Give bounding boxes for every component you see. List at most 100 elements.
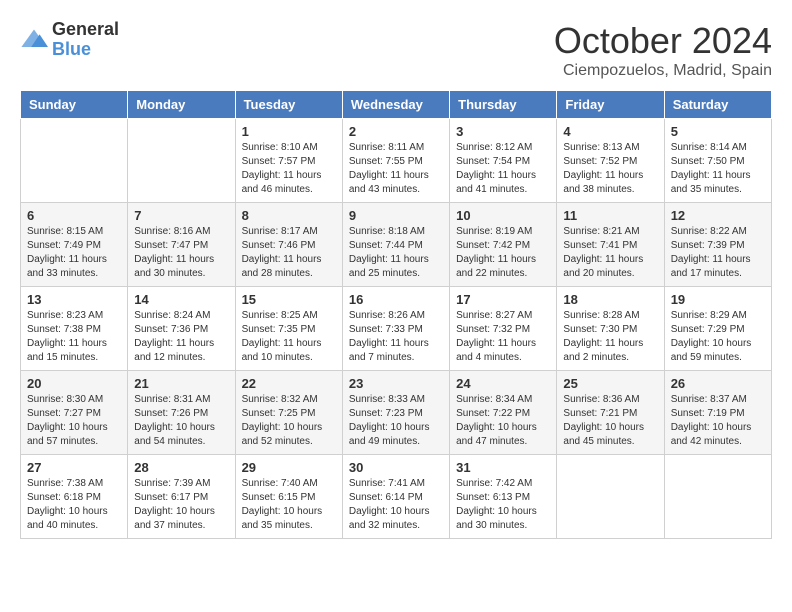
calendar-week-2: 6 Sunrise: 8:15 AM Sunset: 7:49 PM Daylig…: [21, 203, 772, 287]
calendar-cell: 22Sunrise: 8:32 AM Sunset: 7:25 PM Dayli…: [235, 371, 342, 455]
day-number: 27: [27, 460, 121, 475]
day-number: 29: [242, 460, 336, 475]
calendar-cell: 14Sunrise: 8:24 AM Sunset: 7:36 PM Dayli…: [128, 287, 235, 371]
day-info: Sunrise: 8:19 AM Sunset: 7:42 PM Dayligh…: [456, 225, 550, 281]
month-title: October 2024: [554, 20, 772, 62]
day-number: 16: [349, 292, 443, 307]
day-number: 18: [563, 292, 657, 307]
day-info: Sunrise: 8:10 AM Sunset: 7:57 PM Dayligh…: [242, 141, 336, 197]
calendar-cell: 10 Sunrise: 8:19 AM Sunset: 7:42 PM Dayli…: [450, 203, 557, 287]
calendar-cell: [128, 119, 235, 203]
day-info: Sunrise: 8:37 AM Sunset: 7:19 PM Dayligh…: [671, 393, 765, 449]
day-header-sunday: Sunday: [21, 91, 128, 119]
day-info: Sunrise: 8:29 AM Sunset: 7:29 PM Dayligh…: [671, 309, 765, 365]
calendar-cell: 23 Sunrise: 8:33 AM Sunset: 7:23 PM Dayli…: [342, 371, 449, 455]
day-info: Sunrise: 8:17 AM Sunset: 7:46 PM Dayligh…: [242, 225, 336, 281]
day-info: Sunrise: 8:13 AM Sunset: 7:52 PM Dayligh…: [563, 141, 657, 197]
day-info: Sunrise: 7:42 AM Sunset: 6:13 PM Dayligh…: [456, 477, 550, 533]
calendar-cell: 15 Sunrise: 8:25 AM Sunset: 7:35 PM Dayli…: [235, 287, 342, 371]
day-header-thursday: Thursday: [450, 91, 557, 119]
calendar-cell: 12 Sunrise: 8:22 AM Sunset: 7:39 PM Dayli…: [664, 203, 771, 287]
day-number: 4: [563, 124, 657, 139]
calendar-cell: 17 Sunrise: 8:27 AM Sunset: 7:32 PM Dayli…: [450, 287, 557, 371]
day-info: Sunrise: 7:39 AM Sunset: 6:17 PM Dayligh…: [134, 477, 228, 533]
day-header-saturday: Saturday: [664, 91, 771, 119]
calendar-cell: 6 Sunrise: 8:15 AM Sunset: 7:49 PM Daylig…: [21, 203, 128, 287]
day-info: Sunrise: 7:38 AM Sunset: 6:18 PM Dayligh…: [27, 477, 121, 533]
calendar-cell: 28 Sunrise: 7:39 AM Sunset: 6:17 PM Dayli…: [128, 455, 235, 539]
day-number: 1: [242, 124, 336, 139]
calendar-cell: 26 Sunrise: 8:37 AM Sunset: 7:19 PM Dayli…: [664, 371, 771, 455]
calendar-cell: 3 Sunrise: 8:12 AM Sunset: 7:54 PM Daylig…: [450, 119, 557, 203]
calendar-cell: [664, 455, 771, 539]
calendar-cell: 7 Sunrise: 8:16 AM Sunset: 7:47 PM Daylig…: [128, 203, 235, 287]
calendar-cell: 13 Sunrise: 8:23 AM Sunset: 7:38 PM Dayli…: [21, 287, 128, 371]
day-info: Sunrise: 8:34 AM Sunset: 7:22 PM Dayligh…: [456, 393, 550, 449]
calendar-cell: 16 Sunrise: 8:26 AM Sunset: 7:33 PM Dayli…: [342, 287, 449, 371]
day-number: 26: [671, 376, 765, 391]
day-info: Sunrise: 8:36 AM Sunset: 7:21 PM Dayligh…: [563, 393, 657, 449]
calendar-cell: 21Sunrise: 8:31 AM Sunset: 7:26 PM Dayli…: [128, 371, 235, 455]
day-number: 3: [456, 124, 550, 139]
day-header-wednesday: Wednesday: [342, 91, 449, 119]
calendar-cell: 1 Sunrise: 8:10 AM Sunset: 7:57 PM Daylig…: [235, 119, 342, 203]
day-number: 11: [563, 208, 657, 223]
day-info: Sunrise: 8:32 AM Sunset: 7:25 PM Dayligh…: [242, 393, 336, 449]
day-number: 9: [349, 208, 443, 223]
day-number: 13: [27, 292, 121, 307]
day-number: 10: [456, 208, 550, 223]
calendar-cell: 19 Sunrise: 8:29 AM Sunset: 7:29 PM Dayli…: [664, 287, 771, 371]
calendar-cell: 27 Sunrise: 7:38 AM Sunset: 6:18 PM Dayli…: [21, 455, 128, 539]
day-info: Sunrise: 7:41 AM Sunset: 6:14 PM Dayligh…: [349, 477, 443, 533]
day-number: 23: [349, 376, 443, 391]
calendar-week-4: 20 Sunrise: 8:30 AM Sunset: 7:27 PM Dayli…: [21, 371, 772, 455]
calendar-table: SundayMondayTuesdayWednesdayThursdayFrid…: [20, 90, 772, 539]
day-header-monday: Monday: [128, 91, 235, 119]
day-info: Sunrise: 8:25 AM Sunset: 7:35 PM Dayligh…: [242, 309, 336, 365]
day-number: 25: [563, 376, 657, 391]
day-info: Sunrise: 8:30 AM Sunset: 7:27 PM Dayligh…: [27, 393, 121, 449]
day-info: Sunrise: 8:21 AM Sunset: 7:41 PM Dayligh…: [563, 225, 657, 281]
title-block: October 2024 Ciempozuelos, Madrid, Spain: [554, 20, 772, 80]
page-header: General Blue October 2024 Ciempozuelos, …: [20, 20, 772, 80]
day-info: Sunrise: 8:27 AM Sunset: 7:32 PM Dayligh…: [456, 309, 550, 365]
day-info: Sunrise: 8:26 AM Sunset: 7:33 PM Dayligh…: [349, 309, 443, 365]
day-info: Sunrise: 8:22 AM Sunset: 7:39 PM Dayligh…: [671, 225, 765, 281]
calendar-cell: 4 Sunrise: 8:13 AM Sunset: 7:52 PM Daylig…: [557, 119, 664, 203]
day-header-tuesday: Tuesday: [235, 91, 342, 119]
day-info: Sunrise: 8:11 AM Sunset: 7:55 PM Dayligh…: [349, 141, 443, 197]
calendar-header-row: SundayMondayTuesdayWednesdayThursdayFrid…: [21, 91, 772, 119]
calendar-cell: 30Sunrise: 7:41 AM Sunset: 6:14 PM Dayli…: [342, 455, 449, 539]
day-number: 6: [27, 208, 121, 223]
day-info: Sunrise: 7:40 AM Sunset: 6:15 PM Dayligh…: [242, 477, 336, 533]
day-info: Sunrise: 8:23 AM Sunset: 7:38 PM Dayligh…: [27, 309, 121, 365]
day-number: 31: [456, 460, 550, 475]
day-info: Sunrise: 8:12 AM Sunset: 7:54 PM Dayligh…: [456, 141, 550, 197]
day-info: Sunrise: 8:16 AM Sunset: 7:47 PM Dayligh…: [134, 225, 228, 281]
day-number: 12: [671, 208, 765, 223]
day-number: 5: [671, 124, 765, 139]
day-info: Sunrise: 8:33 AM Sunset: 7:23 PM Dayligh…: [349, 393, 443, 449]
logo-icon: [20, 26, 48, 54]
day-number: 19: [671, 292, 765, 307]
day-number: 7: [134, 208, 228, 223]
day-info: Sunrise: 8:14 AM Sunset: 7:50 PM Dayligh…: [671, 141, 765, 197]
calendar-cell: 18Sunrise: 8:28 AM Sunset: 7:30 PM Dayli…: [557, 287, 664, 371]
calendar-cell: 11 Sunrise: 8:21 AM Sunset: 7:41 PM Dayli…: [557, 203, 664, 287]
logo-general: General: [52, 20, 119, 40]
day-number: 17: [456, 292, 550, 307]
day-number: 28: [134, 460, 228, 475]
day-number: 21: [134, 376, 228, 391]
calendar-week-1: 1 Sunrise: 8:10 AM Sunset: 7:57 PM Daylig…: [21, 119, 772, 203]
calendar-cell: [557, 455, 664, 539]
day-info: Sunrise: 8:15 AM Sunset: 7:49 PM Dayligh…: [27, 225, 121, 281]
day-number: 15: [242, 292, 336, 307]
calendar-cell: [21, 119, 128, 203]
day-number: 20: [27, 376, 121, 391]
calendar-cell: 8 Sunrise: 8:17 AM Sunset: 7:46 PM Daylig…: [235, 203, 342, 287]
logo: General Blue: [20, 20, 119, 60]
day-number: 14: [134, 292, 228, 307]
calendar-cell: 25 Sunrise: 8:36 AM Sunset: 7:21 PM Dayli…: [557, 371, 664, 455]
day-number: 8: [242, 208, 336, 223]
calendar-cell: 9Sunrise: 8:18 AM Sunset: 7:44 PM Daylig…: [342, 203, 449, 287]
